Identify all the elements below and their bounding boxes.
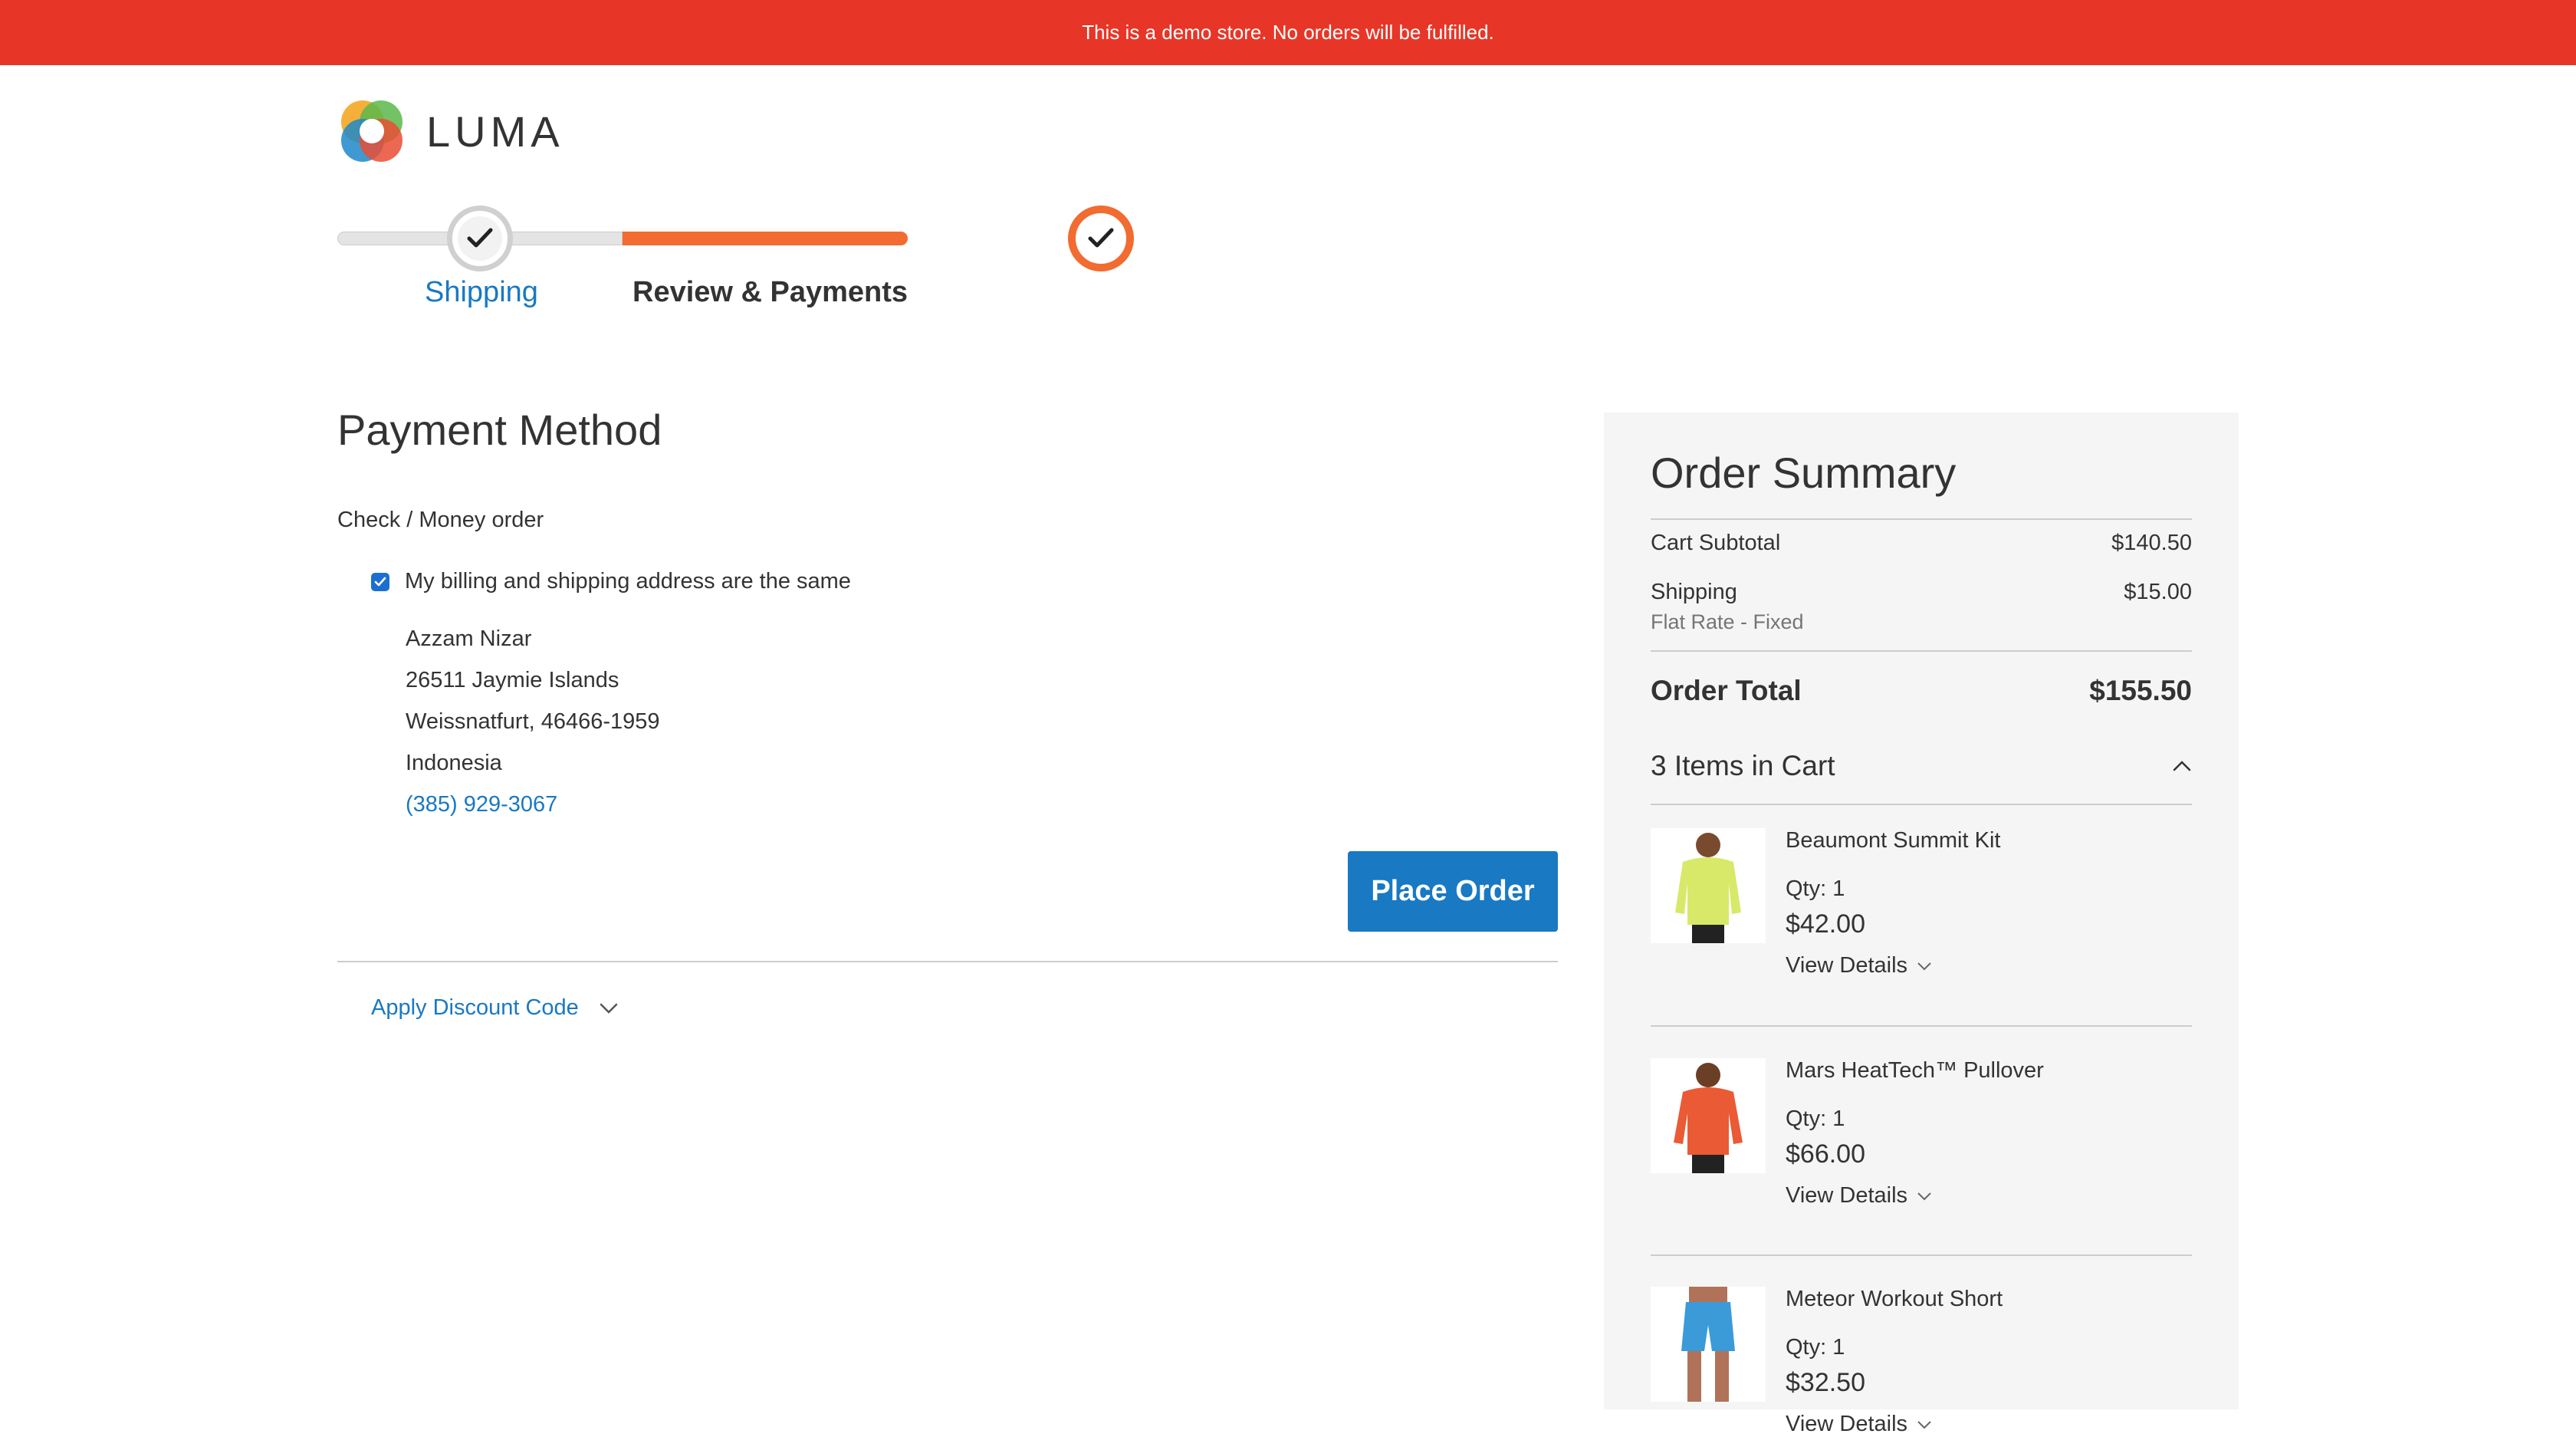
payment-method-option[interactable]: Check / Money order bbox=[337, 508, 544, 533]
chevron-down-icon[interactable] bbox=[1917, 962, 1932, 971]
order-total-row: Order Total $155.50 bbox=[1651, 675, 2192, 707]
apply-discount-toggle[interactable]: Apply Discount Code bbox=[371, 995, 619, 1021]
address-name: Azzam Nizar bbox=[406, 626, 532, 651]
summary-divider bbox=[1651, 518, 2192, 520]
order-summary-panel: Order Summary Cart Subtotal $140.50 Ship… bbox=[1604, 413, 2239, 1436]
cart-item-info: Meteor Workout Short Qty: 1 $32.50 View … bbox=[1786, 1287, 2003, 1437]
luma-logo-icon bbox=[341, 100, 402, 162]
billing-same-label[interactable]: My billing and shipping address are the … bbox=[405, 569, 851, 594]
items-in-cart-toggle[interactable]: 3 Items in Cart bbox=[1651, 750, 2192, 782]
address-street: 26511 Jaymie Islands bbox=[406, 668, 619, 692]
address-city: Weissnatfurt, 46466-1959 bbox=[406, 709, 660, 734]
payment-method-title: Payment Method bbox=[337, 406, 662, 454]
shipping-value: $15.00 bbox=[2124, 580, 2192, 604]
step-review-indicator bbox=[1068, 206, 1134, 271]
item-divider bbox=[1651, 1025, 2192, 1027]
view-details-label[interactable]: View Details bbox=[1786, 953, 1907, 978]
cart-item-info: Mars HeatTech™ Pullover Qty: 1 $66.00 Vi… bbox=[1786, 1058, 2044, 1208]
chevron-down-icon[interactable] bbox=[599, 1002, 619, 1014]
item-divider bbox=[1651, 1254, 2192, 1256]
product-name: Mars HeatTech™ Pullover bbox=[1786, 1058, 2044, 1083]
product-price: $32.50 bbox=[1786, 1368, 1865, 1397]
product-name: Meteor Workout Short bbox=[1786, 1287, 2003, 1311]
order-total-label: Order Total bbox=[1651, 675, 1802, 706]
view-details-toggle[interactable]: View Details bbox=[1786, 1412, 2003, 1437]
product-qty: Qty: 1 bbox=[1786, 1107, 1845, 1131]
address-country: Indonesia bbox=[406, 751, 502, 775]
checkmark-icon bbox=[1088, 228, 1114, 248]
shipping-label: Shipping bbox=[1651, 580, 1737, 604]
progress-track-active bbox=[623, 232, 908, 245]
step-shipping-indicator[interactable] bbox=[447, 206, 513, 271]
demo-store-banner: This is a demo store. No orders will be … bbox=[0, 0, 2576, 65]
product-image-pullover bbox=[1674, 1063, 1743, 1173]
shipping-row: Shipping $15.00 bbox=[1651, 580, 2192, 605]
view-details-toggle[interactable]: View Details bbox=[1786, 953, 2000, 978]
billing-address: Azzam Nizar 26511 Jaymie Islands Weissna… bbox=[406, 618, 660, 825]
logo-wordmark: LUMA bbox=[426, 107, 564, 156]
product-qty: Qty: 1 bbox=[1786, 876, 1845, 901]
checkmark-icon bbox=[467, 228, 493, 248]
cart-subtotal-value: $140.50 bbox=[2111, 531, 2192, 555]
checkout-progress-bar: Shipping Review & Payments bbox=[337, 201, 1134, 316]
product-price: $66.00 bbox=[1786, 1139, 1865, 1169]
cart-item-info: Beaumont Summit Kit Qty: 1 $42.00 View D… bbox=[1786, 828, 2000, 978]
order-summary-title: Order Summary bbox=[1651, 449, 1957, 497]
demo-store-notice: This is a demo store. No orders will be … bbox=[1082, 21, 1494, 44]
product-qty: Qty: 1 bbox=[1786, 1335, 1845, 1360]
chevron-down-icon[interactable] bbox=[1917, 1420, 1932, 1429]
step-shipping-link[interactable]: Shipping bbox=[425, 276, 538, 309]
chevron-down-icon[interactable] bbox=[1917, 1192, 1932, 1201]
product-image-shorts bbox=[1681, 1287, 1735, 1402]
section-divider bbox=[337, 961, 1558, 962]
cart-subtotal-row: Cart Subtotal $140.50 bbox=[1651, 531, 2192, 556]
shipping-method: Flat Rate - Fixed bbox=[1651, 610, 1804, 633]
view-details-label[interactable]: View Details bbox=[1786, 1412, 1907, 1437]
apply-discount-label[interactable]: Apply Discount Code bbox=[371, 995, 579, 1021]
summary-divider bbox=[1651, 804, 2192, 805]
summary-divider bbox=[1651, 650, 2192, 652]
billing-same-checkbox[interactable] bbox=[371, 572, 389, 591]
product-thumbnail[interactable] bbox=[1651, 1058, 1766, 1173]
view-details-label[interactable]: View Details bbox=[1786, 1183, 1907, 1208]
items-in-cart-label[interactable]: 3 Items in Cart bbox=[1651, 750, 1835, 782]
product-name: Beaumont Summit Kit bbox=[1786, 828, 2001, 853]
chevron-up-icon[interactable] bbox=[2172, 760, 2192, 772]
view-details-toggle[interactable]: View Details bbox=[1786, 1183, 2044, 1208]
product-price: $42.00 bbox=[1786, 909, 1865, 939]
product-thumbnail[interactable] bbox=[1651, 828, 1766, 943]
product-image-jacket bbox=[1675, 833, 1741, 943]
luma-logo[interactable]: LUMA bbox=[337, 97, 564, 166]
place-order-button[interactable]: Place Order bbox=[1348, 851, 1558, 932]
checkbox-check-icon bbox=[374, 577, 386, 586]
order-total-value: $155.50 bbox=[2089, 675, 2192, 706]
billing-same-row[interactable]: My billing and shipping address are the … bbox=[371, 569, 851, 594]
product-thumbnail[interactable] bbox=[1651, 1287, 1766, 1402]
step-review-label: Review & Payments bbox=[632, 276, 909, 308]
cart-subtotal-label: Cart Subtotal bbox=[1651, 531, 1781, 555]
address-phone-link[interactable]: (385) 929-3067 bbox=[406, 784, 660, 825]
